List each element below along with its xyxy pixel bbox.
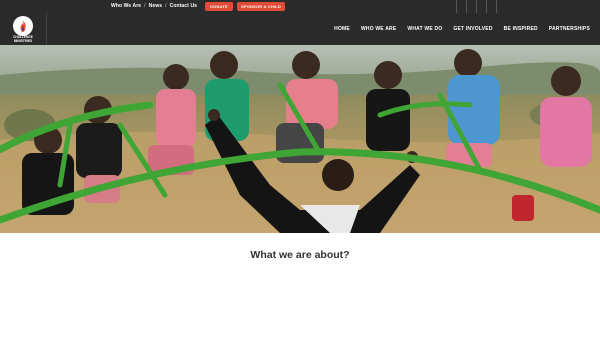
nav-get-involved[interactable]: GET INVOLVED	[453, 26, 492, 32]
top-link-contact-us[interactable]: Contact Us	[170, 3, 197, 9]
social-icon-slot-4[interactable]	[486, 0, 497, 13]
section-title: What we are about?	[250, 249, 350, 261]
nav-what-we-do[interactable]: WHAT WE DO	[407, 26, 442, 32]
logo-text: CHALLENGE MINISTRIES	[6, 35, 40, 43]
top-link-who-we-are[interactable]: Who We Are	[111, 3, 141, 9]
top-link-separator: /	[144, 3, 146, 9]
flame-icon	[20, 20, 26, 32]
hero-image	[0, 45, 600, 233]
sponsor-a-child-button[interactable]: SPONSOR A CHILD	[237, 2, 285, 11]
nav-home[interactable]: HOME	[334, 26, 350, 32]
top-link-separator: /	[165, 3, 167, 9]
top-bar	[0, 0, 600, 13]
logo-line-2: MINISTRIES	[13, 38, 33, 43]
nav-be-inspired[interactable]: BE INSPIRED	[504, 26, 538, 32]
nav-who-we-are[interactable]: WHO WE ARE	[361, 26, 396, 32]
top-link-news[interactable]: News	[149, 3, 162, 9]
social-icon-slot-2[interactable]	[466, 0, 476, 13]
hero-photo-illustration	[0, 45, 600, 233]
top-links: Who We Are / News / Contact Us	[111, 3, 197, 9]
social-icon-slot-1[interactable]	[456, 0, 466, 13]
logo-badge	[13, 16, 33, 36]
social-icon-slot-3[interactable]	[476, 0, 486, 13]
nav-partnerships[interactable]: PARTNERSHIPS	[549, 26, 590, 32]
donate-button[interactable]: DONATE	[205, 2, 233, 11]
site-logo[interactable]: CHALLENGE MINISTRIES	[0, 13, 47, 45]
main-nav: HOME WHO WE ARE WHAT WE DO GET INVOLVED …	[334, 26, 590, 32]
